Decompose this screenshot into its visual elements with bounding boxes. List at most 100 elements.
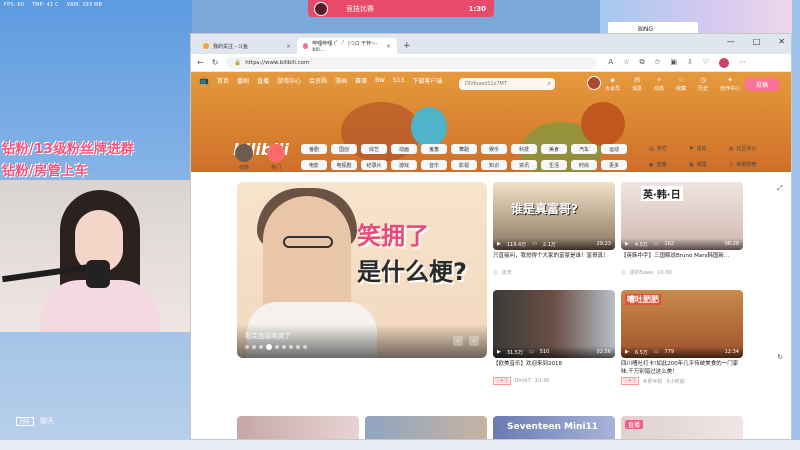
- close-icon[interactable]: ×: [386, 43, 391, 50]
- search-icon[interactable]: ⌕: [548, 80, 551, 88]
- chip[interactable]: 鬼畜: [421, 144, 447, 154]
- carousel-dot[interactable]: [275, 345, 279, 349]
- bili-search-input[interactable]: DiVfoxed11s7MT ⌕: [459, 78, 555, 90]
- chip[interactable]: 综艺: [361, 144, 387, 154]
- minimize-icon[interactable]: —: [727, 37, 735, 46]
- upload-button[interactable]: 投稿: [745, 78, 779, 91]
- video-thumbnail[interactable]: Seventeen Mini11: [493, 416, 615, 439]
- chip[interactable]: 音乐: [421, 160, 447, 170]
- back-icon[interactable]: ←: [197, 58, 204, 67]
- video-thumbnail[interactable]: ▶ 31.5万 ▭ 510 02:56: [493, 290, 615, 358]
- chip[interactable]: 资讯: [511, 160, 537, 170]
- maximize-icon[interactable]: □: [753, 37, 761, 46]
- video-title[interactable]: 四川嘈吐打卡!如此200年几乎传统美食的一门家味,千万别错过这么美!: [621, 360, 743, 376]
- extensions-icon[interactable]: ⧉: [639, 58, 644, 68]
- carousel-dot[interactable]: [245, 345, 249, 349]
- favorites-link[interactable]: ☆ 收藏: [676, 76, 686, 92]
- video-card[interactable]: ▶ 31.5万 ▭ 510 02:56 【欧美音乐】欢迎来到2018 已关注 Omik…: [493, 290, 615, 385]
- url-field[interactable]: 🔒 https://www.bilibili.com: [226, 56, 597, 69]
- dynamic-link[interactable]: ✧ 动态: [654, 76, 664, 92]
- bili-tv-icon[interactable]: 📺: [199, 76, 209, 85]
- banner-carousel[interactable]: 笑拥了 是什么梗? 看完直接笑拥了 ‹ ›: [237, 182, 487, 358]
- nav-item[interactable]: BW: [375, 77, 385, 84]
- uploader-name[interactable]: Omik7: [515, 378, 531, 384]
- vip-link[interactable]: ◈ 大会员: [605, 76, 620, 92]
- heart-icon[interactable]: ♡: [703, 58, 709, 68]
- channel-hot[interactable]: 热门: [267, 144, 285, 171]
- chip[interactable]: 舞蹈: [451, 144, 477, 154]
- link-class[interactable]: ▦ 课堂: [689, 161, 707, 169]
- carousel-dot[interactable]: [289, 345, 293, 349]
- link-activity[interactable]: ⚑ 活动: [689, 145, 707, 153]
- profile-avatar[interactable]: [719, 57, 730, 68]
- nav-item[interactable]: S13: [393, 77, 404, 84]
- video-card[interactable]: [365, 416, 487, 439]
- chip[interactable]: 影视: [451, 160, 477, 170]
- tab-bilibili[interactable]: 哔哩哔哩 (゜-゜)つロ 干杯~-bili... ×: [297, 38, 397, 54]
- channel-dynamic[interactable]: 动态: [235, 144, 253, 171]
- video-card[interactable]: [237, 416, 359, 439]
- video-thumbnail[interactable]: [365, 416, 487, 439]
- chip-more[interactable]: 更多: [601, 160, 627, 170]
- collections-icon[interactable]: ▣: [670, 58, 677, 68]
- carousel-dot-active[interactable]: [266, 344, 272, 350]
- carousel-dot[interactable]: [252, 345, 256, 349]
- uploader-name[interactable]: 凉天: [502, 269, 512, 276]
- video-card[interactable]: 英·韩·日 ▶ 4.5万 ▭ 162 06:29 【英韩中字】三国解说Bruno M…: [621, 182, 743, 276]
- video-card[interactable]: 嘈吐肥肥 ▶ 6.5万 ▭ 779 12:34 四川嘈吐打卡!如此200年几乎传统美…: [621, 290, 743, 385]
- video-title[interactable]: 【欧美音乐】欢迎来到2018: [493, 360, 615, 376]
- nav-item[interactable]: 会员购: [309, 76, 327, 85]
- favorites-icon[interactable]: ✩: [654, 58, 660, 68]
- nav-item[interactable]: 漫画: [335, 76, 347, 85]
- link-community[interactable]: ◍ 社区中心: [729, 145, 756, 153]
- nav-item[interactable]: 番剧: [237, 76, 249, 85]
- chip[interactable]: 时尚: [571, 160, 597, 170]
- chip[interactable]: 汽车: [571, 144, 597, 154]
- video-thumbnail[interactable]: 谁是真富哥? ▶ 119.4万 ▭ 2.1万 29:23: [493, 182, 615, 250]
- video-title[interactable]: 只直接问，我觉得个大家的富豪是谁！富哥真！: [493, 252, 615, 268]
- chip[interactable]: 运动: [601, 144, 627, 154]
- link-newsongs[interactable]: ♫ 新歌热榜: [729, 161, 757, 169]
- carousel-caption[interactable]: 看完直接笑拥了: [245, 330, 291, 340]
- carousel-dot[interactable]: [282, 345, 286, 349]
- more-icon[interactable]: ⋯: [739, 58, 746, 68]
- video-title[interactable]: 【英韩中字】三国解说Bruno Mars韩国新...: [621, 252, 743, 268]
- chip[interactable]: 知识: [481, 160, 507, 170]
- video-card[interactable]: Seventeen Mini11: [493, 416, 615, 439]
- new-tab-button[interactable]: +: [403, 41, 411, 51]
- favorite-star-icon[interactable]: ☆: [623, 58, 629, 68]
- video-thumbnail[interactable]: 嘈吐肥肥 ▶ 6.5万 ▭ 779 12:34: [621, 290, 743, 358]
- uploader-name[interactable]: 凉的5owe: [630, 269, 653, 276]
- link-column[interactable]: ▤ 专栏: [649, 145, 667, 153]
- carousel-dot[interactable]: [259, 345, 263, 349]
- tab-douyu[interactable]: 我的关注 - 斗鱼 ×: [197, 38, 297, 54]
- carousel-dot[interactable]: [303, 345, 307, 349]
- chip[interactable]: 游戏: [391, 160, 417, 170]
- nav-item[interactable]: 游戏中心: [277, 76, 301, 85]
- video-thumbnail[interactable]: 英·韩·日 ▶ 4.5万 ▭ 162 06:29: [621, 182, 743, 250]
- chip[interactable]: 番剧: [301, 144, 327, 154]
- chip[interactable]: 生活: [541, 160, 567, 170]
- close-icon[interactable]: ×: [286, 43, 291, 50]
- video-card[interactable]: 谁是真富哥? ▶ 119.4万 ▭ 2.1万 29:23 只直接问，我觉得个大家的富…: [493, 182, 615, 276]
- creator-link[interactable]: ✦ 创作中心: [720, 76, 740, 92]
- chip[interactable]: 美食: [541, 144, 567, 154]
- nav-item[interactable]: 直播: [257, 76, 269, 85]
- nav-item[interactable]: 下载客户端: [412, 76, 442, 85]
- prev-arrow-icon[interactable]: ‹: [453, 336, 463, 346]
- next-arrow-icon[interactable]: ›: [469, 336, 479, 346]
- video-thumbnail[interactable]: [237, 416, 359, 439]
- refresh-icon[interactable]: ↻: [212, 58, 219, 67]
- nav-item[interactable]: 首页: [217, 76, 229, 85]
- chip[interactable]: 娱乐: [481, 144, 507, 154]
- read-aloud-icon[interactable]: A: [608, 58, 613, 68]
- link-live[interactable]: ◉ 直播: [649, 161, 666, 169]
- expand-icon[interactable]: ⤢: [777, 184, 783, 193]
- chip[interactable]: 动画: [391, 144, 417, 154]
- nav-item[interactable]: 赛事: [355, 76, 367, 85]
- user-avatar[interactable]: [587, 76, 601, 90]
- close-window-icon[interactable]: ✕: [778, 37, 785, 46]
- chip[interactable]: 国创: [331, 144, 357, 154]
- history-link[interactable]: ◷ 历史: [698, 76, 708, 92]
- video-card[interactable]: 直播: [621, 416, 743, 439]
